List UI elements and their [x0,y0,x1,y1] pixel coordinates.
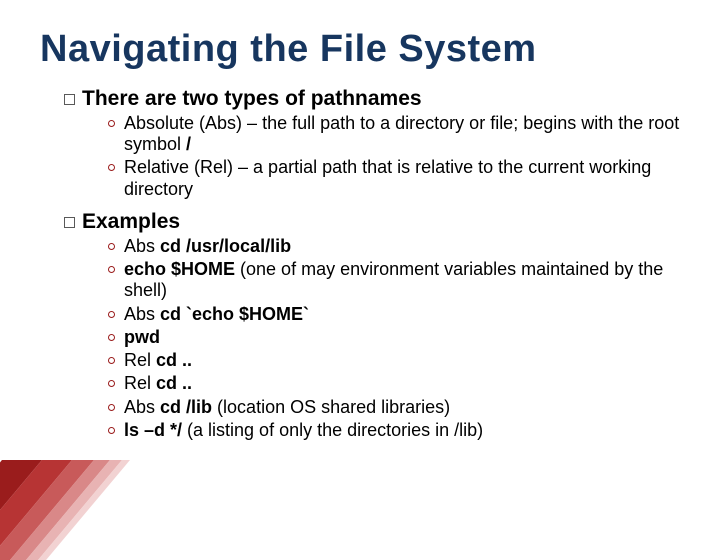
list-item: Rel cd .. [108,373,680,394]
bullet-heading-pathnames: There are two types of pathnames [64,87,680,111]
slide-title: Navigating the File System [40,28,680,71]
corner-accent-icon [0,460,182,560]
list-item: Abs cd `echo $HOME` [108,304,680,325]
list-item: pwd [108,327,680,348]
ring-bullet-icon [108,164,115,171]
list-item: Abs cd /usr/local/lib [108,236,680,257]
slide: Navigating the File System There are two… [0,0,720,491]
square-bullet-icon [64,94,75,105]
list-item: Abs cd /lib (location OS shared librarie… [108,397,680,418]
item-text: Rel cd .. [124,350,680,371]
ring-bullet-icon [108,357,115,364]
heading-text: There are two types of pathnames [82,87,422,111]
ring-bullet-icon [108,266,115,273]
item-text: Relative (Rel) – a partial path that is … [124,157,680,199]
item-text: Absolute (Abs) – the full path to a dire… [124,113,680,155]
sub-list-pathnames: Absolute (Abs) – the full path to a dire… [108,113,680,200]
list-item: Relative (Rel) – a partial path that is … [108,157,680,199]
list-item: Absolute (Abs) – the full path to a dire… [108,113,680,155]
ring-bullet-icon [108,334,115,341]
list-item: Rel cd .. [108,350,680,371]
ring-bullet-icon [108,120,115,127]
item-text: echo $HOME (one of may environment varia… [124,259,680,301]
ring-bullet-icon [108,380,115,387]
item-text: Abs cd /lib (location OS shared librarie… [124,397,680,418]
heading-text: Examples [82,210,180,234]
bullet-list: There are two types of pathnames Absolut… [64,87,680,441]
ring-bullet-icon [108,427,115,434]
ring-bullet-icon [108,311,115,318]
item-text: ls –d */ (a listing of only the director… [124,420,680,441]
item-text: pwd [124,327,680,348]
square-bullet-icon [64,217,75,228]
item-text: Abs cd `echo $HOME` [124,304,680,325]
list-item: ls –d */ (a listing of only the director… [108,420,680,441]
item-text: Rel cd .. [124,373,680,394]
sub-list-examples: Abs cd /usr/local/lib echo $HOME (one of… [108,236,680,441]
item-text: Abs cd /usr/local/lib [124,236,680,257]
ring-bullet-icon [108,243,115,250]
ring-bullet-icon [108,404,115,411]
list-item: echo $HOME (one of may environment varia… [108,259,680,301]
bullet-heading-examples: Examples [64,210,680,234]
